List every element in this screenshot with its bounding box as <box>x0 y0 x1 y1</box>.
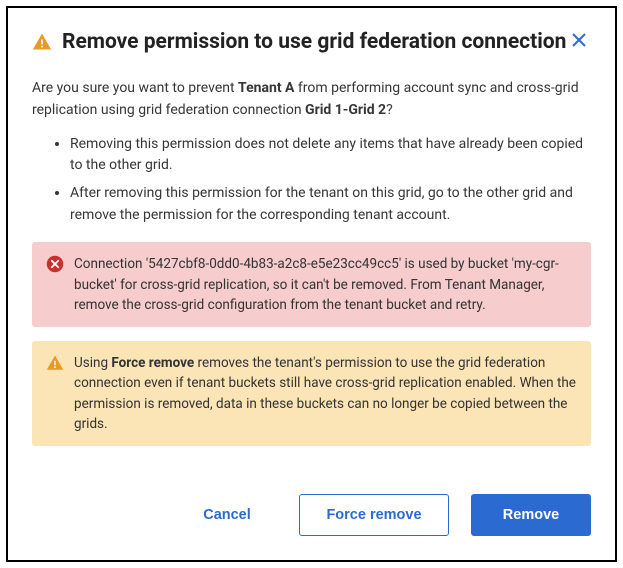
dialog-header: Remove permission to use grid federation… <box>32 28 591 56</box>
intro-text: Are you sure you want to prevent Tenant … <box>32 78 591 121</box>
warn-pre: Using <box>74 355 111 371</box>
error-icon <box>46 255 64 315</box>
cancel-button[interactable]: Cancel <box>177 495 277 535</box>
title-wrap: Remove permission to use grid federation… <box>32 28 567 56</box>
warn-term: Force remove <box>111 355 194 371</box>
warning-icon <box>46 354 64 434</box>
close-button[interactable] <box>567 28 591 55</box>
dialog-title: Remove permission to use grid federation… <box>62 28 566 56</box>
error-text: Connection '5427cbf8-0dd0-4b83-a2c8-e5e2… <box>74 254 577 315</box>
intro-connection: Grid 1-Grid 2 <box>305 102 386 118</box>
notes-list: Removing this permission does not delete… <box>32 134 591 227</box>
close-icon <box>571 36 587 51</box>
warning-alert: Using Force remove removes the tenant's … <box>32 341 591 446</box>
intro-pre: Are you sure you want to prevent <box>32 80 238 96</box>
warning-icon <box>32 32 52 56</box>
force-remove-button[interactable]: Force remove <box>299 494 449 536</box>
warning-text: Using Force remove removes the tenant's … <box>74 353 577 434</box>
dialog-body: Are you sure you want to prevent Tenant … <box>32 78 591 478</box>
list-item: Removing this permission does not delete… <box>70 134 591 177</box>
dialog-footer: Cancel Force remove Remove <box>32 494 591 536</box>
intro-post: ? <box>386 102 393 118</box>
intro-tenant: Tenant A <box>238 80 294 96</box>
list-item: After removing this permission for the t… <box>70 183 591 226</box>
remove-button[interactable]: Remove <box>471 494 591 536</box>
error-alert: Connection '5427cbf8-0dd0-4b83-a2c8-e5e2… <box>32 242 591 327</box>
remove-permission-dialog: Remove permission to use grid federation… <box>6 6 617 562</box>
